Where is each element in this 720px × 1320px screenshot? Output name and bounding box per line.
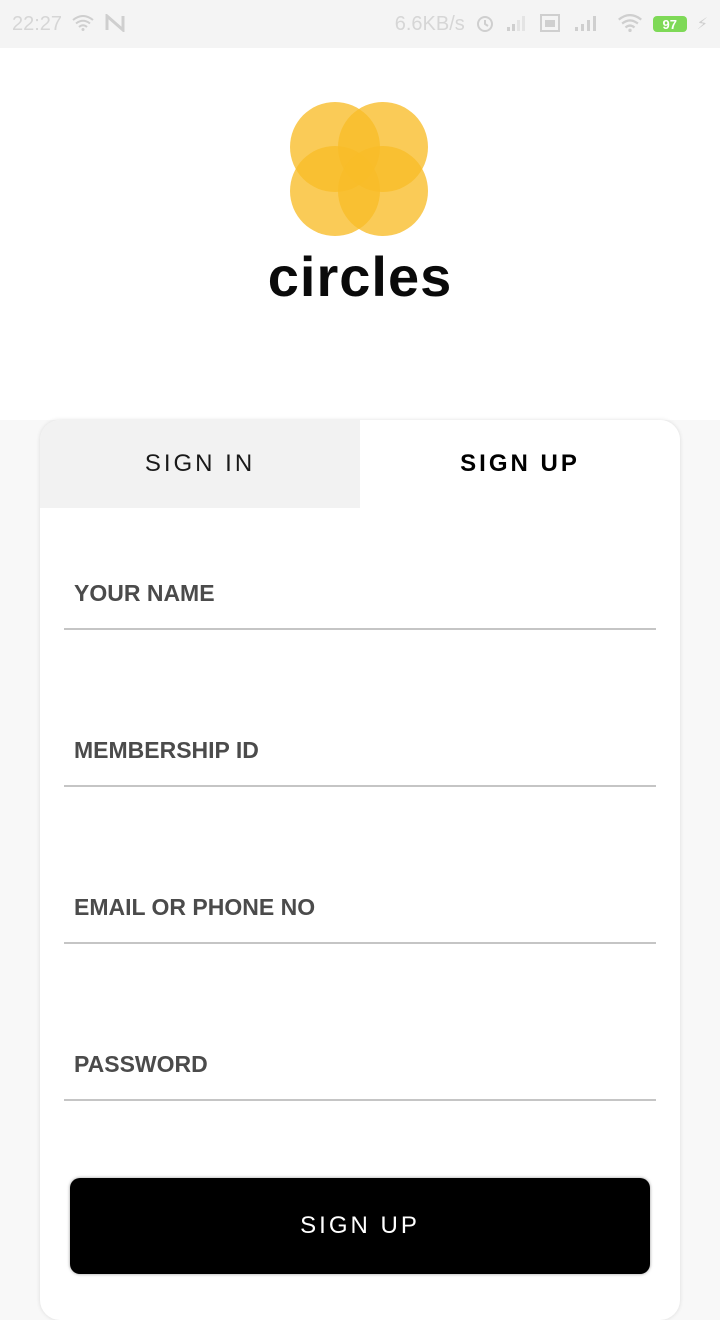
auth-card: SIGN IN SIGN UP YOUR NAME MEMBERSHIP ID …: [40, 420, 680, 1320]
password-field-underline: [64, 1099, 656, 1101]
brand-name: circles: [267, 245, 453, 308]
name-field-underline: [64, 628, 656, 630]
status-bar: 22:27 6.6KB/s 97 ⚡: [0, 0, 720, 48]
auth-tabs: SIGN IN SIGN UP: [40, 420, 680, 508]
header: circles: [0, 48, 720, 420]
charging-icon: ⚡: [696, 16, 708, 33]
vpn-icon: [539, 13, 561, 36]
contact-field-underline: [64, 942, 656, 944]
sign-up-button[interactable]: SIGN UP: [70, 1178, 650, 1274]
status-right: 6.6KB/s 97 ⚡: [395, 13, 708, 36]
signal-icon: [505, 14, 529, 35]
membership-input[interactable]: [64, 737, 660, 789]
clock: 22:27: [12, 12, 63, 35]
contact-input[interactable]: [64, 894, 660, 946]
circles-logo-icon: [290, 102, 430, 238]
tab-sign-up[interactable]: SIGN UP: [360, 420, 680, 508]
n-notification-icon: [104, 12, 126, 35]
signal-4g-icon: [571, 13, 607, 36]
alarm-icon: [475, 13, 495, 36]
network-speed: 6.6KB/s: [394, 12, 465, 35]
battery-icon: 97: [652, 16, 687, 32]
tab-sign-in[interactable]: SIGN IN: [40, 420, 360, 508]
wifi-icon: [617, 13, 643, 35]
name-input[interactable]: [64, 580, 660, 632]
status-left: 22:27: [12, 12, 126, 36]
wifi-icon: [72, 14, 94, 34]
password-input[interactable]: [64, 1051, 660, 1103]
membership-field-underline: [64, 785, 656, 787]
